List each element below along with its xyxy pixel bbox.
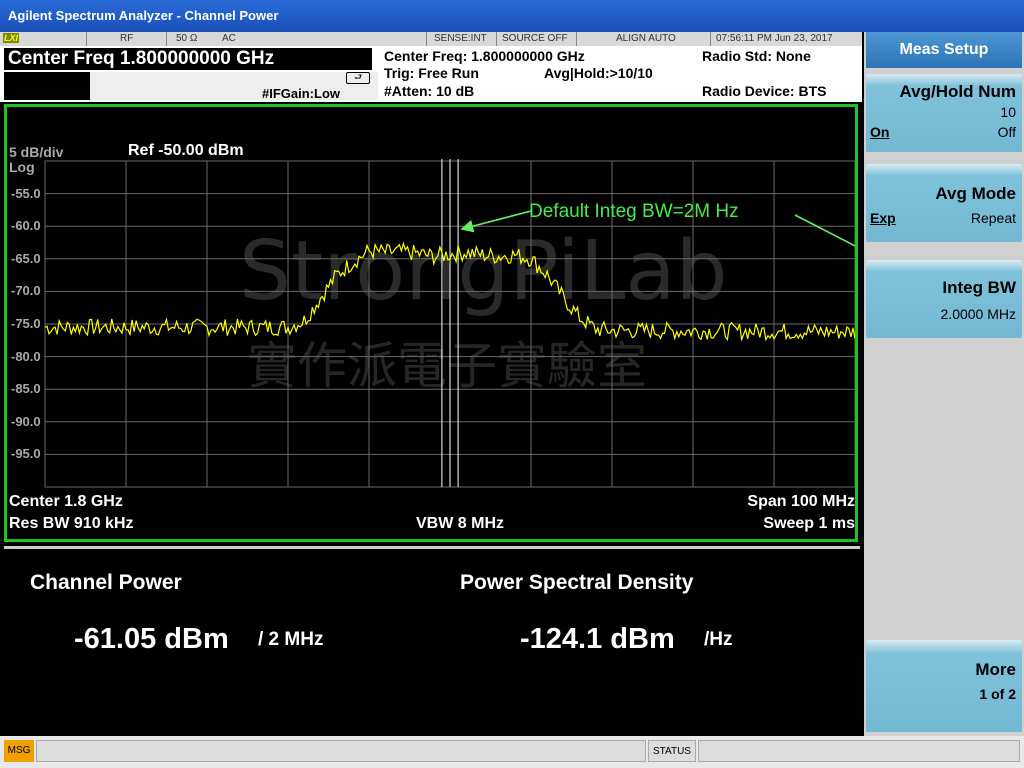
status-separator [496,32,497,46]
lxi-indicator: LXI [3,33,20,43]
more-page-indicator: 1 of 2 [979,686,1016,702]
active-function-box[interactable]: Center Freq 1.800000000 GHz [4,48,372,70]
radio-std-info: Radio Std: None [702,48,811,64]
avg-hold-num-label: Avg/Hold Num [899,82,1016,101]
integ-bw-label: Integ BW [942,278,1016,297]
sense-indicator: SENSE:INT [434,33,487,44]
channel-power-label: Channel Power [30,571,182,594]
impedance-indicator: 50 Ω [176,33,198,44]
bottom-status-bar: MSG STATUS [0,736,1024,768]
spectrum-plot: StrongPiLab 實作派電子實驗室 [44,159,855,488]
msg-button[interactable]: MSG [4,740,34,762]
status-field [698,740,1020,762]
avg-mode-exp-option: Exp [870,210,896,226]
avg-hold-info: Avg|Hold:>10/10 [544,65,653,81]
instrument-status-row: LXI RF 50 Ω AC SENSE:INT SOURCE OFF ALIG… [0,32,862,46]
vbw-label: VBW 8 MHz [416,515,504,532]
span-label: Span 100 MHz [747,493,855,510]
psd-unit: /Hz [704,629,733,650]
res-bw-label: Res BW 910 kHz [9,515,134,532]
integ-bw-annotation: Default Integ BW=2M Hz [529,201,739,222]
softkey-menu-title: Meas Setup [866,32,1022,68]
status-separator [166,32,167,46]
radio-device-info: Radio Device: BTS [702,83,827,99]
status-separator [426,32,427,46]
annotation-arrow [794,214,855,247]
avg-hold-off-option: Off [997,124,1016,140]
source-indicator: SOURCE OFF [502,33,568,44]
measurement-header: Center Freq 1.800000000 GHz ⮐ #IFGain:Lo… [0,46,862,102]
status-button[interactable]: STATUS [648,740,696,762]
status-separator [576,32,577,46]
more-softkey[interactable]: More 1 of 2 [866,640,1022,732]
channel-power-unit: / 2 MHz [258,629,324,650]
trigger-icon: ⮐ [346,72,370,84]
center-label: Center 1.8 GHz [9,493,123,510]
status-separator [86,32,87,46]
channel-power-value: -61.05 dBm [74,623,229,655]
window-title-bar: Agilent Spectrum Analyzer - Channel Powe… [0,0,1024,32]
avg-hold-on-option: On [870,124,890,140]
watermark-cjk: 實作派電子實驗室 [247,337,647,395]
window-title: Agilent Spectrum Analyzer - Channel Powe… [8,8,279,23]
coupling-indicator: AC [222,33,236,44]
trig-info: Trig: Free Run [384,65,479,81]
menu-title-text: Meas Setup [899,41,989,58]
more-label: More [975,660,1016,679]
rf-indicator: RF [120,33,134,44]
avg-mode-label: Avg Mode [935,184,1016,203]
message-field [36,740,646,762]
spectrum-graph-frame: 5 dB/div Log Ref -50.00 dBm -55.0 -60.0 -6… [4,104,858,542]
status-separator [710,32,711,46]
active-function-entry[interactable] [4,72,90,100]
psd-label: Power Spectral Density [460,571,694,594]
results-panel: Channel Power -61.05 dBm / 2 MHz Power S… [4,546,860,735]
align-indicator: ALIGN AUTO [616,33,676,44]
avg-hold-num-softkey[interactable]: Avg/Hold Num 10 On Off [866,74,1022,152]
integ-bw-value: 2.0000 MHz [940,306,1016,322]
psd-value: -124.1 dBm [520,623,675,655]
softkey-panel: Meas Setup Avg/Hold Num 10 On Off Avg Mo… [864,32,1024,736]
watermark-latin: StrongPiLab [239,224,728,319]
integ-bw-softkey[interactable]: Integ BW 2.0000 MHz [866,260,1022,338]
avg-hold-num-value: 10 [1000,104,1016,120]
active-function-text: Center Freq 1.800000000 GHz [8,48,275,69]
atten-info: #Atten: 10 dB [384,83,475,99]
avg-mode-repeat-option: Repeat [970,210,1016,226]
ifgain-indicator: #IFGain:Low [262,86,340,101]
integration-bandwidth-markers [441,159,459,487]
sweep-label: Sweep 1 ms [763,515,855,532]
datetime: 07:56:11 PM Jun 23, 2017 [716,33,833,44]
avg-mode-softkey[interactable]: Avg Mode Exp Repeat [866,164,1022,242]
center-freq-info: Center Freq: 1.800000000 GHz [384,48,585,64]
